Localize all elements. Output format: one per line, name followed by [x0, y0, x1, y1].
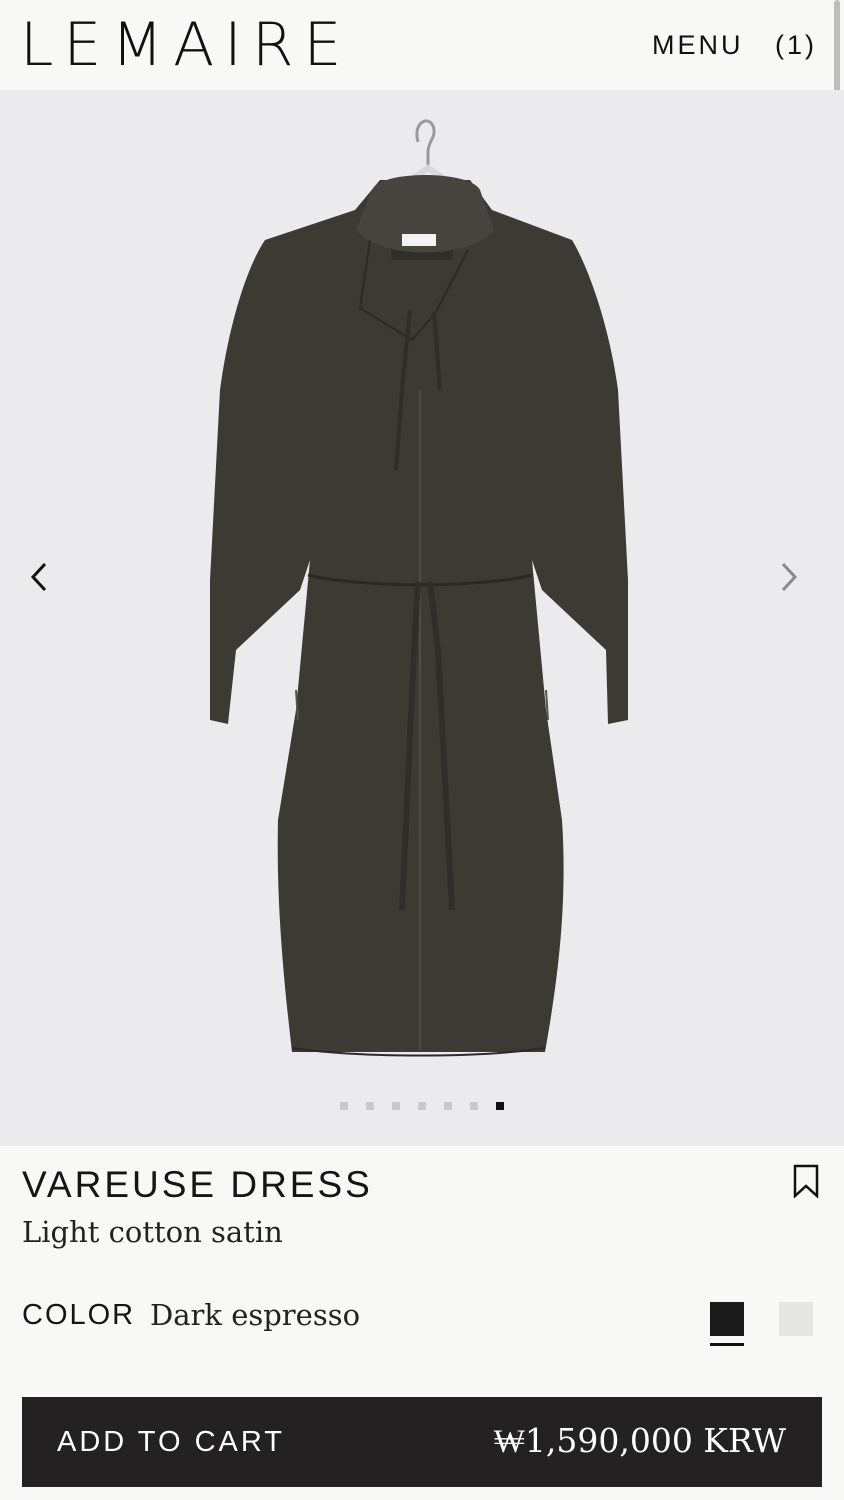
chevron-left-icon [30, 562, 47, 592]
color-label: COLOR [22, 1299, 136, 1331]
product-material: Light cotton satin [22, 1215, 283, 1249]
product-title: VAREUSE DRESS [22, 1164, 373, 1205]
pagination-dot[interactable] [340, 1102, 348, 1110]
pagination-dot[interactable] [470, 1102, 478, 1110]
pagination-dot[interactable] [444, 1102, 452, 1110]
product-image-gallery[interactable] [0, 90, 844, 1146]
brand-logo[interactable]: LEMAIRE [20, 12, 351, 78]
add-to-cart-button[interactable]: ADD TO CART ₩1,590,000 KRW [22, 1397, 822, 1487]
previous-image-button[interactable] [27, 560, 67, 600]
add-to-cart-label: ADD TO CART [57, 1426, 285, 1458]
color-value: Dark espresso [150, 1298, 361, 1332]
pagination-dot-active[interactable] [496, 1102, 504, 1110]
site-header: LEMAIRE MENU (1) [0, 0, 844, 90]
gallery-pagination [340, 1102, 504, 1112]
cart-count-button[interactable]: (1) [775, 30, 817, 61]
pagination-dot[interactable] [366, 1102, 374, 1110]
selected-swatch-indicator [710, 1343, 744, 1346]
chevron-right-icon [781, 562, 798, 592]
pagination-dot[interactable] [418, 1102, 426, 1110]
wishlist-button[interactable] [793, 1164, 819, 1203]
product-image [210, 119, 628, 1057]
color-swatch-dark-espresso[interactable] [710, 1302, 744, 1336]
color-swatch-light[interactable] [779, 1302, 813, 1336]
next-image-button[interactable] [777, 560, 817, 600]
pagination-dot[interactable] [392, 1102, 400, 1110]
product-price: ₩1,590,000 KRW [493, 1421, 786, 1460]
menu-button[interactable]: MENU [652, 30, 744, 61]
bookmark-icon [793, 1164, 819, 1199]
